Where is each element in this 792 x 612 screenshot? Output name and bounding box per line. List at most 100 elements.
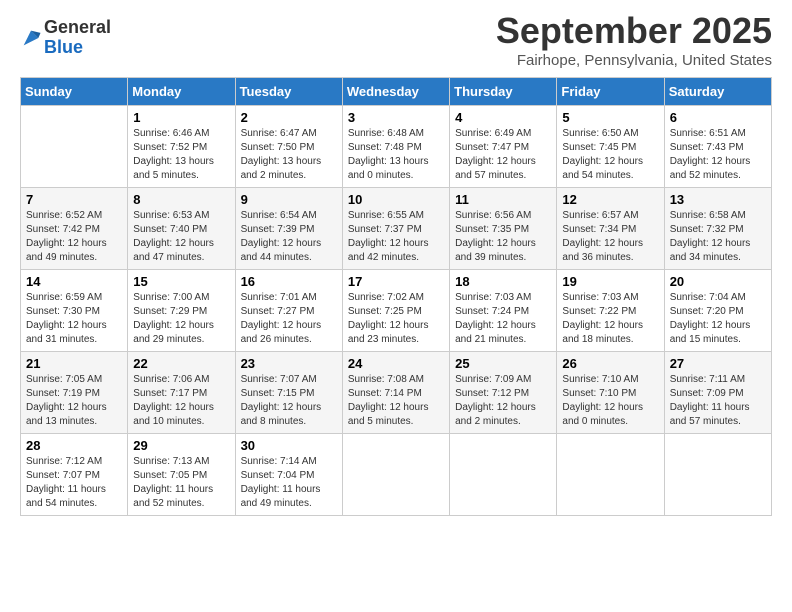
day-info: Sunrise: 7:06 AM Sunset: 7:17 PM Dayligh…: [133, 373, 229, 429]
calendar-cell: 11 Sunrise: 6:56 AM Sunset: 7:35 PM Dayli…: [450, 188, 557, 270]
day-number: 9: [241, 192, 337, 207]
day-info: Sunrise: 7:07 AM Sunset: 7:15 PM Dayligh…: [241, 373, 337, 429]
day-number: 4: [455, 110, 551, 125]
day-number: 6: [670, 110, 766, 125]
day-info: Sunrise: 6:57 AM Sunset: 7:34 PM Dayligh…: [562, 209, 658, 265]
day-info: Sunrise: 6:53 AM Sunset: 7:40 PM Dayligh…: [133, 209, 229, 265]
location: Fairhope, Pennsylvania, United States: [496, 52, 772, 69]
calendar-cell: [664, 434, 771, 516]
day-number: 12: [562, 192, 658, 207]
calendar-cell: [557, 434, 664, 516]
day-number: 27: [670, 356, 766, 371]
calendar-cell: 28 Sunrise: 7:12 AM Sunset: 7:07 PM Dayli…: [21, 434, 128, 516]
day-number: 29: [133, 438, 229, 453]
calendar-cell: 25Sunrise: 7:09 AM Sunset: 7:12 PM Dayli…: [450, 352, 557, 434]
day-number: 16: [241, 274, 337, 289]
day-number: 5: [562, 110, 658, 125]
logo-general: General: [44, 18, 111, 38]
day-number: 23: [241, 356, 337, 371]
calendar-cell: 24 Sunrise: 7:08 AM Sunset: 7:14 PM Dayli…: [342, 352, 449, 434]
weekday-header-monday: Monday: [128, 78, 235, 106]
calendar-week-1: 7Sunrise: 6:52 AM Sunset: 7:42 PM Daylig…: [21, 188, 772, 270]
weekday-header-tuesday: Tuesday: [235, 78, 342, 106]
day-info: Sunrise: 7:09 AM Sunset: 7:12 PM Dayligh…: [455, 373, 551, 429]
day-info: Sunrise: 7:10 AM Sunset: 7:10 PM Dayligh…: [562, 373, 658, 429]
page-header: General Blue September 2025 Fairhope, Pe…: [20, 10, 772, 69]
day-info: Sunrise: 6:48 AM Sunset: 7:48 PM Dayligh…: [348, 127, 444, 183]
calendar-cell: 3 Sunrise: 6:48 AM Sunset: 7:48 PM Daylig…: [342, 106, 449, 188]
calendar-week-4: 28 Sunrise: 7:12 AM Sunset: 7:07 PM Dayli…: [21, 434, 772, 516]
calendar-cell: 20 Sunrise: 7:04 AM Sunset: 7:20 PM Dayli…: [664, 270, 771, 352]
day-info: Sunrise: 7:14 AM Sunset: 7:04 PM Dayligh…: [241, 455, 337, 511]
day-info: Sunrise: 6:56 AM Sunset: 7:35 PM Dayligh…: [455, 209, 551, 265]
day-info: Sunrise: 7:02 AM Sunset: 7:25 PM Dayligh…: [348, 291, 444, 347]
day-number: 15: [133, 274, 229, 289]
day-info: Sunrise: 6:47 AM Sunset: 7:50 PM Dayligh…: [241, 127, 337, 183]
day-info: Sunrise: 6:51 AM Sunset: 7:43 PM Dayligh…: [670, 127, 766, 183]
day-number: 8: [133, 192, 229, 207]
weekday-header-thursday: Thursday: [450, 78, 557, 106]
day-number: 2: [241, 110, 337, 125]
day-number: 21: [26, 356, 122, 371]
calendar-cell: 22Sunrise: 7:06 AM Sunset: 7:17 PM Dayli…: [128, 352, 235, 434]
calendar-cell: 21 Sunrise: 7:05 AM Sunset: 7:19 PM Dayli…: [21, 352, 128, 434]
month-title: September 2025: [496, 10, 772, 52]
calendar-cell: 18 Sunrise: 7:03 AM Sunset: 7:24 PM Dayli…: [450, 270, 557, 352]
calendar-table: SundayMondayTuesdayWednesdayThursdayFrid…: [20, 77, 772, 516]
calendar-cell: 12 Sunrise: 6:57 AM Sunset: 7:34 PM Dayli…: [557, 188, 664, 270]
calendar-cell: 16Sunrise: 7:01 AM Sunset: 7:27 PM Dayli…: [235, 270, 342, 352]
calendar-cell: 6 Sunrise: 6:51 AM Sunset: 7:43 PM Daylig…: [664, 106, 771, 188]
calendar-cell: 7Sunrise: 6:52 AM Sunset: 7:42 PM Daylig…: [21, 188, 128, 270]
calendar-body: 1Sunrise: 6:46 AM Sunset: 7:52 PM Daylig…: [21, 106, 772, 516]
day-number: 1: [133, 110, 229, 125]
day-number: 11: [455, 192, 551, 207]
day-number: 14: [26, 274, 122, 289]
day-number: 3: [348, 110, 444, 125]
day-info: Sunrise: 7:05 AM Sunset: 7:19 PM Dayligh…: [26, 373, 122, 429]
day-info: Sunrise: 6:54 AM Sunset: 7:39 PM Dayligh…: [241, 209, 337, 265]
calendar-cell: 10 Sunrise: 6:55 AM Sunset: 7:37 PM Dayli…: [342, 188, 449, 270]
day-number: 28: [26, 438, 122, 453]
calendar-cell: 1Sunrise: 6:46 AM Sunset: 7:52 PM Daylig…: [128, 106, 235, 188]
day-number: 10: [348, 192, 444, 207]
title-block: September 2025 Fairhope, Pennsylvania, U…: [496, 10, 772, 69]
calendar-cell: 17Sunrise: 7:02 AM Sunset: 7:25 PM Dayli…: [342, 270, 449, 352]
calendar-cell: [450, 434, 557, 516]
day-info: Sunrise: 6:58 AM Sunset: 7:32 PM Dayligh…: [670, 209, 766, 265]
calendar-cell: 15Sunrise: 7:00 AM Sunset: 7:29 PM Dayli…: [128, 270, 235, 352]
day-number: 18: [455, 274, 551, 289]
calendar-week-0: 1Sunrise: 6:46 AM Sunset: 7:52 PM Daylig…: [21, 106, 772, 188]
day-info: Sunrise: 6:49 AM Sunset: 7:47 PM Dayligh…: [455, 127, 551, 183]
day-number: 24: [348, 356, 444, 371]
calendar-cell: 9 Sunrise: 6:54 AM Sunset: 7:39 PM Daylig…: [235, 188, 342, 270]
day-info: Sunrise: 7:03 AM Sunset: 7:24 PM Dayligh…: [455, 291, 551, 347]
calendar-cell: 29 Sunrise: 7:13 AM Sunset: 7:05 PM Dayli…: [128, 434, 235, 516]
logo-icon: [20, 27, 42, 49]
calendar-cell: 26 Sunrise: 7:10 AM Sunset: 7:10 PM Dayli…: [557, 352, 664, 434]
day-info: Sunrise: 6:50 AM Sunset: 7:45 PM Dayligh…: [562, 127, 658, 183]
calendar-cell: 8 Sunrise: 6:53 AM Sunset: 7:40 PM Daylig…: [128, 188, 235, 270]
calendar-cell: 23 Sunrise: 7:07 AM Sunset: 7:15 PM Dayli…: [235, 352, 342, 434]
day-info: Sunrise: 6:55 AM Sunset: 7:37 PM Dayligh…: [348, 209, 444, 265]
day-info: Sunrise: 7:13 AM Sunset: 7:05 PM Dayligh…: [133, 455, 229, 511]
day-info: Sunrise: 7:04 AM Sunset: 7:20 PM Dayligh…: [670, 291, 766, 347]
day-info: Sunrise: 7:12 AM Sunset: 7:07 PM Dayligh…: [26, 455, 122, 511]
weekday-header-friday: Friday: [557, 78, 664, 106]
day-number: 13: [670, 192, 766, 207]
weekday-header-sunday: Sunday: [21, 78, 128, 106]
calendar-cell: 27Sunrise: 7:11 AM Sunset: 7:09 PM Dayli…: [664, 352, 771, 434]
calendar-cell: [21, 106, 128, 188]
day-number: 19: [562, 274, 658, 289]
calendar-week-3: 21 Sunrise: 7:05 AM Sunset: 7:19 PM Dayli…: [21, 352, 772, 434]
day-info: Sunrise: 6:59 AM Sunset: 7:30 PM Dayligh…: [26, 291, 122, 347]
day-info: Sunrise: 6:52 AM Sunset: 7:42 PM Dayligh…: [26, 209, 122, 265]
day-info: Sunrise: 7:08 AM Sunset: 7:14 PM Dayligh…: [348, 373, 444, 429]
calendar-cell: 5 Sunrise: 6:50 AM Sunset: 7:45 PM Daylig…: [557, 106, 664, 188]
logo-blue: Blue: [44, 38, 111, 58]
calendar-cell: 2 Sunrise: 6:47 AM Sunset: 7:50 PM Daylig…: [235, 106, 342, 188]
calendar-cell: 14 Sunrise: 6:59 AM Sunset: 7:30 PM Dayli…: [21, 270, 128, 352]
calendar-cell: [342, 434, 449, 516]
day-number: 20: [670, 274, 766, 289]
day-number: 26: [562, 356, 658, 371]
calendar-week-2: 14 Sunrise: 6:59 AM Sunset: 7:30 PM Dayli…: [21, 270, 772, 352]
